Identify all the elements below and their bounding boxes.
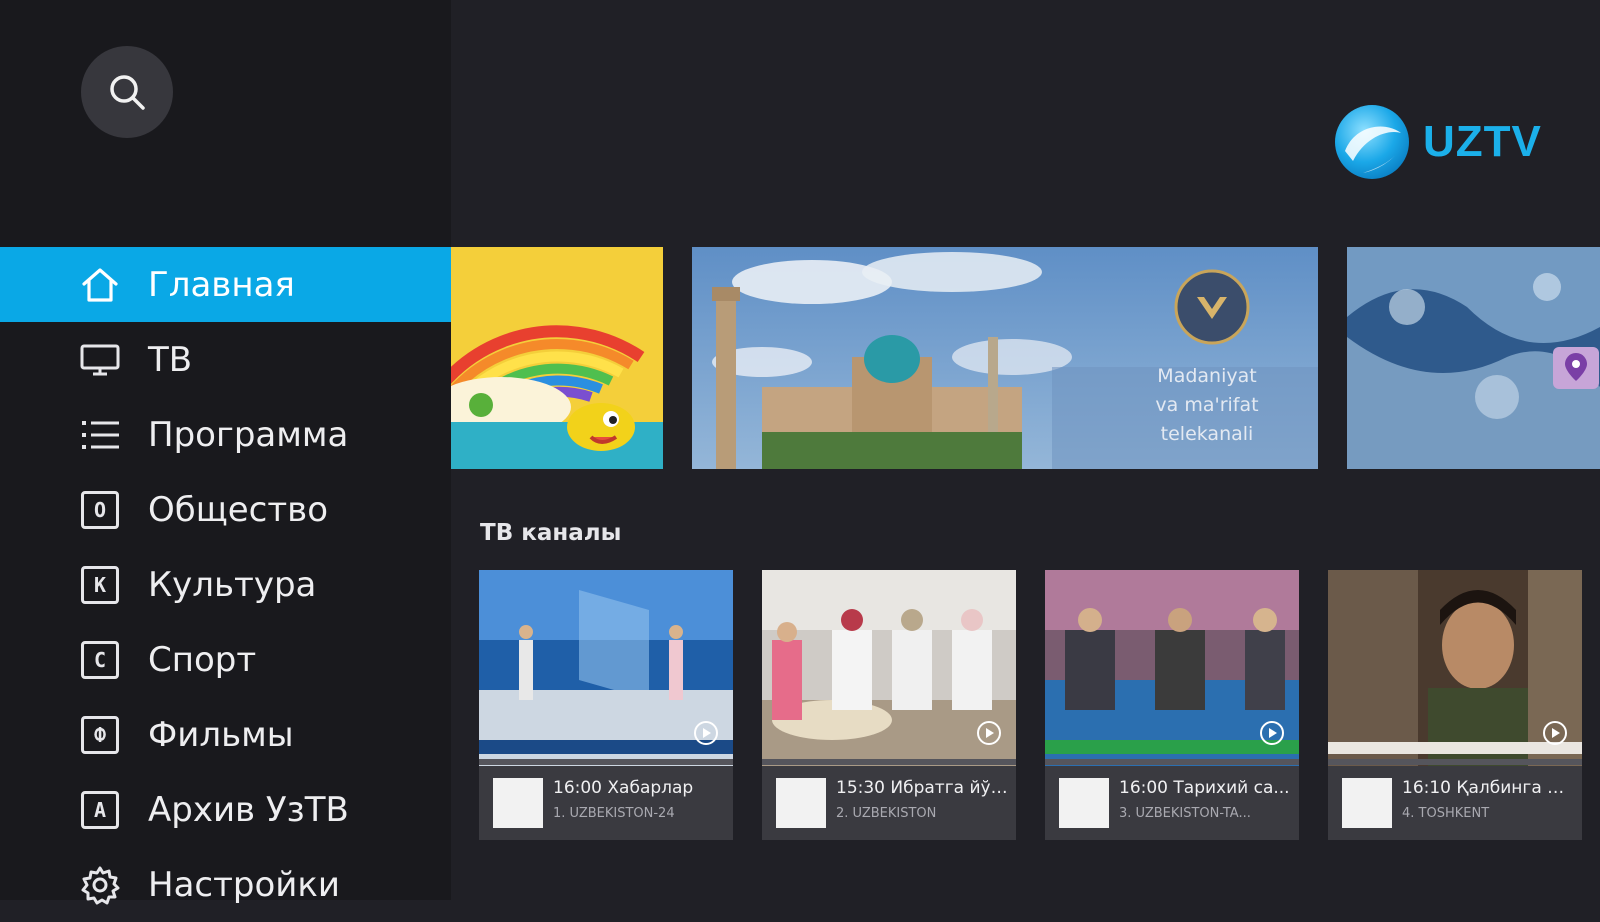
channel-progress-bar <box>1045 759 1299 765</box>
channel-logo <box>1059 778 1109 828</box>
nav-item-culture[interactable]: К Культура <box>0 547 451 622</box>
channel-card[interactable]: 16:00 Тарихий са... 3. UZBEKISTON-TA... <box>1045 570 1299 840</box>
nav-item-sport[interactable]: С Спорт <box>0 622 451 697</box>
channel-name: 2. UZBEKISTON <box>836 806 937 821</box>
program-title: 16:00 Хабарлар <box>553 778 694 798</box>
tv-monitor-icon <box>78 338 122 382</box>
play-icon <box>1260 721 1284 745</box>
channel-card[interactable]: 16:10 Қалбинга қу... 4. TOSHKENT <box>1328 570 1582 840</box>
channel-info: 16:10 Қалбинга қу... 4. TOSHKENT <box>1328 766 1582 840</box>
channel-progress-bar <box>1328 759 1582 765</box>
channel-logo <box>1342 778 1392 828</box>
channel-name: 1. UZBEKISTON-24 <box>553 806 675 821</box>
nav-label-society: Общество <box>148 489 329 530</box>
play-icon <box>1543 721 1567 745</box>
banner-caption: Madaniyat va ma'rifat telekanali <box>1132 362 1282 449</box>
caption-line-1: Madaniyat <box>1157 365 1257 387</box>
channel-info: 16:00 Тарихий са... 3. UZBEKISTON-TA... <box>1045 766 1299 840</box>
play-icon <box>977 721 1001 745</box>
channel-progress-bar <box>762 759 1016 765</box>
nav-item-films[interactable]: Ф Фильмы <box>0 697 451 772</box>
letter-o-icon: О <box>78 488 122 532</box>
nav-item-society[interactable]: О Общество <box>0 472 451 547</box>
letter-k-icon: К <box>78 563 122 607</box>
program-title: 15:30 Ибратга йўт... <box>836 778 1008 798</box>
channel-name: 3. UZBEKISTON-TA... <box>1119 806 1251 821</box>
list-icon <box>78 413 122 457</box>
search-button[interactable] <box>81 46 173 138</box>
caption-line-2: va ma'rifat <box>1155 394 1259 416</box>
nav-label-archive: Архив УзТВ <box>148 789 349 830</box>
nav-label-program: Программа <box>148 414 349 455</box>
nav-label-culture: Культура <box>148 564 317 605</box>
uztv-logo: UZTV <box>1333 103 1542 181</box>
play-icon <box>694 721 718 745</box>
letter-f-icon: Ф <box>78 713 122 757</box>
letter-a-icon: А <box>78 788 122 832</box>
channels-section-title: ТВ каналы <box>480 520 622 546</box>
banner-kids[interactable] <box>451 247 663 469</box>
channel-card[interactable]: 15:30 Ибратга йўт... 2. UZBEKISTON <box>762 570 1016 840</box>
home-icon <box>78 263 122 307</box>
channel-card[interactable]: 16:00 Хабарлар 1. UZBEKISTON-24 <box>479 570 733 840</box>
nav-label-tv: ТВ <box>148 339 193 380</box>
program-title: 16:00 Тарихий са... <box>1119 778 1290 798</box>
channel-name: 4. TOSHKENT <box>1402 806 1490 821</box>
program-title: 16:10 Қалбинга қу... <box>1402 778 1574 798</box>
uztv-globe-icon <box>1335 105 1409 179</box>
nav-label-settings: Настройки <box>148 864 341 905</box>
banner-nature[interactable] <box>1347 247 1600 469</box>
search-icon <box>110 75 145 110</box>
channel-logo <box>776 778 826 828</box>
channel-logo <box>493 778 543 828</box>
caption-line-3: telekanali <box>1160 423 1254 445</box>
banner-madaniyat[interactable]: Madaniyat va ma'rifat telekanali <box>692 247 1318 469</box>
channel-progress-bar <box>479 759 733 765</box>
nav-item-home[interactable]: Главная <box>0 247 451 322</box>
nav-label-films: Фильмы <box>148 714 294 755</box>
channel-info: 16:00 Хабарлар 1. UZBEKISTON-24 <box>479 766 733 840</box>
nav-label-sport: Спорт <box>148 639 257 680</box>
nav-item-program[interactable]: Программа <box>0 397 451 472</box>
nav-item-settings[interactable]: Настройки <box>0 847 451 922</box>
nav-item-tv[interactable]: ТВ <box>0 322 451 397</box>
nav-item-archive[interactable]: А Архив УзТВ <box>0 772 451 847</box>
letter-c-icon: С <box>78 638 122 682</box>
nav-label-home: Главная <box>148 264 295 305</box>
nav-menu: Главная ТВ Программа О Общество К Культу… <box>0 247 451 922</box>
sidebar: Главная ТВ Программа О Общество К Культу… <box>0 0 451 905</box>
logo-text: UZTV <box>1423 117 1542 166</box>
channel-info: 15:30 Ибратга йўт... 2. UZBEKISTON <box>762 766 1016 840</box>
